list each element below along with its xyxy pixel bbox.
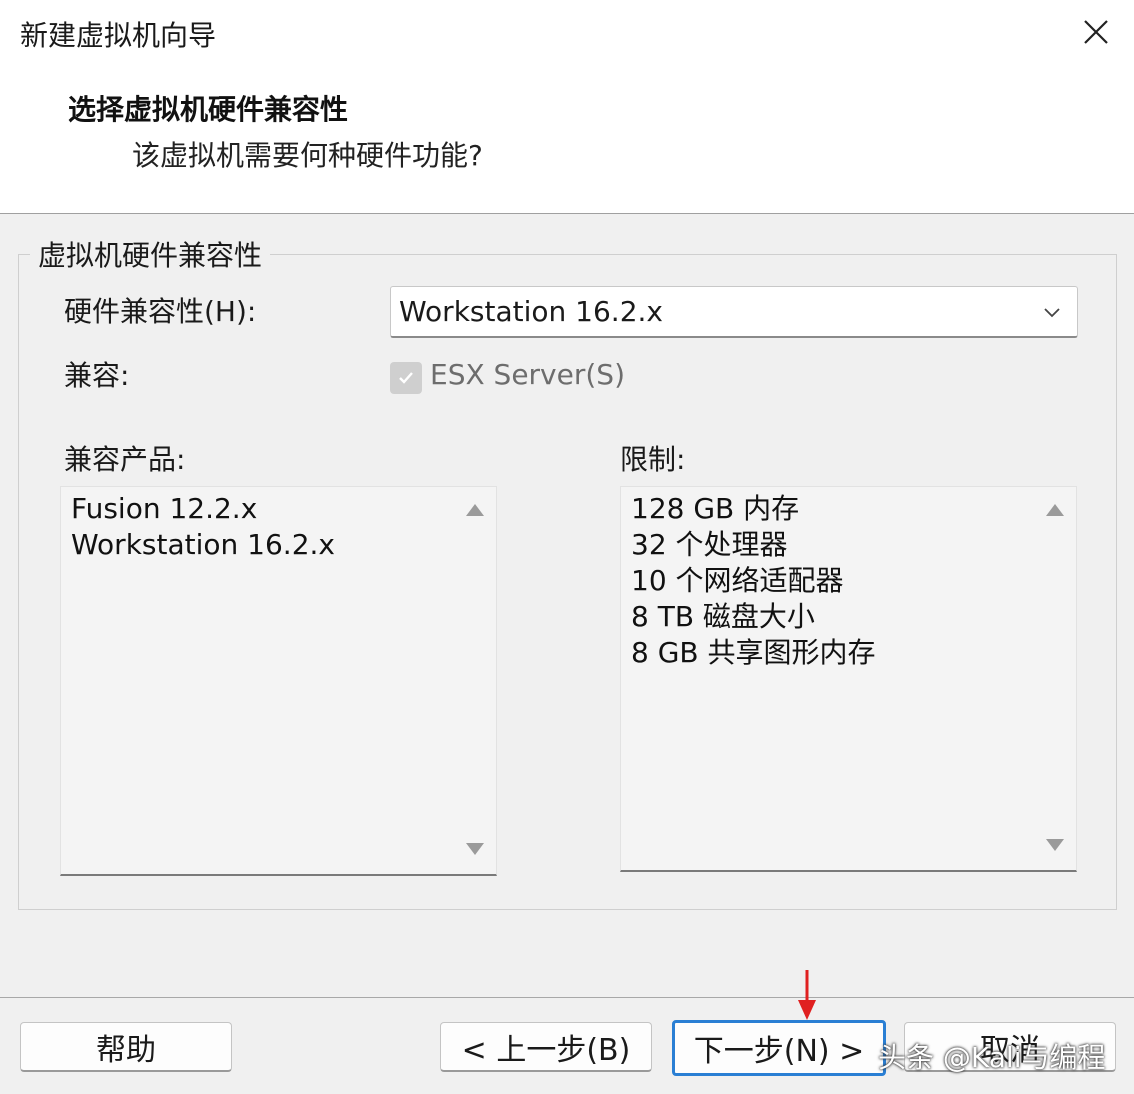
- watermark-text: 头条 @Kali与编程: [878, 1041, 1106, 1074]
- page-subheading: 该虚拟机需要何种硬件功能?: [132, 139, 483, 172]
- list-item: 32 个处理器: [631, 528, 788, 561]
- triangle-down-icon[interactable]: [1045, 838, 1065, 852]
- triangle-up-icon[interactable]: [465, 503, 485, 517]
- check-icon: [399, 372, 413, 384]
- products-scrollbar[interactable]: [454, 487, 496, 874]
- esx-server-checkbox[interactable]: [390, 362, 422, 394]
- list-item: Fusion 12.2.x: [71, 492, 258, 525]
- red-arrow-icon: [798, 970, 816, 1020]
- help-button[interactable]: 帮助: [20, 1022, 232, 1072]
- esx-server-label[interactable]: ESX Server(S): [430, 358, 625, 391]
- limits-label: 限制:: [620, 443, 686, 476]
- list-item: 8 GB 共享图形内存: [631, 636, 876, 669]
- list-item: Workstation 16.2.x: [71, 528, 335, 561]
- chevron-down-icon: [1044, 308, 1060, 318]
- hardware-compat-select[interactable]: Workstation 16.2.x: [390, 286, 1078, 338]
- compat-label: 兼容:: [64, 359, 130, 392]
- page-heading: 选择虚拟机硬件兼容性: [68, 93, 349, 126]
- window-title: 新建虚拟机向导: [20, 19, 217, 52]
- triangle-down-icon[interactable]: [465, 842, 485, 856]
- compatible-products-list[interactable]: Fusion 12.2.x Workstation 16.2.x: [60, 486, 497, 876]
- wizard-header: 新建虚拟机向导 选择虚拟机硬件兼容性 该虚拟机需要何种硬件功能?: [0, 0, 1134, 214]
- next-button[interactable]: 下一步(N) >: [672, 1020, 886, 1076]
- hardware-compat-value: Workstation 16.2.x: [399, 295, 663, 328]
- compatible-products-label: 兼容产品:: [64, 443, 186, 476]
- groupbox-title: 虚拟机硬件兼容性: [30, 234, 271, 274]
- footer-divider: [0, 997, 1134, 998]
- close-button[interactable]: [1076, 12, 1116, 52]
- close-icon: [1084, 20, 1108, 44]
- limits-scrollbar[interactable]: [1034, 487, 1076, 870]
- products-items: Fusion 12.2.x Workstation 16.2.x: [71, 491, 335, 563]
- back-button[interactable]: < 上一步(B): [440, 1022, 652, 1072]
- limits-list[interactable]: 128 GB 内存 32 个处理器 10 个网络适配器 8 TB 磁盘大小 8 …: [620, 486, 1077, 872]
- hardware-compat-label: 硬件兼容性(H):: [64, 295, 257, 328]
- list-item: 128 GB 内存: [631, 492, 800, 525]
- list-item: 10 个网络适配器: [631, 564, 844, 597]
- list-item: 8 TB 磁盘大小: [631, 600, 815, 633]
- triangle-up-icon[interactable]: [1045, 503, 1065, 517]
- limits-items: 128 GB 内存 32 个处理器 10 个网络适配器 8 TB 磁盘大小 8 …: [631, 491, 876, 671]
